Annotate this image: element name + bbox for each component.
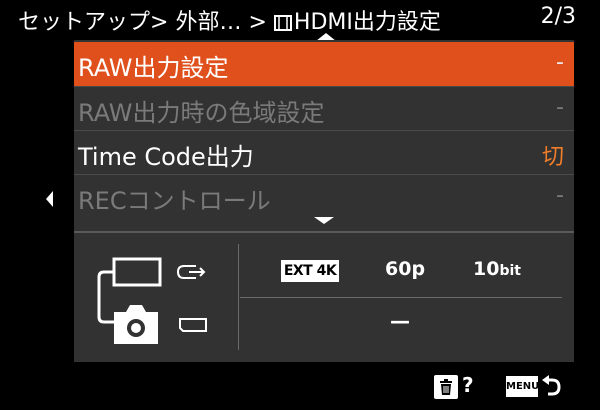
bit-depth-number: 10 <box>473 258 500 280</box>
divider <box>238 244 239 350</box>
external-monitor-icon <box>112 257 162 287</box>
memory-card-icon <box>179 318 207 332</box>
menu-item-label: RAW出力設定 <box>78 54 229 82</box>
breadcrumb-separator: > <box>150 10 169 35</box>
delete-icon[interactable] <box>434 375 458 399</box>
hdmi-format-badge: EXT 4K <box>281 260 339 282</box>
menu-item-value: 切 <box>541 145 564 170</box>
back-arrow-icon[interactable] <box>540 374 562 402</box>
breadcrumb-separator: > <box>248 10 267 35</box>
breadcrumb-external[interactable]: 外部… <box>175 10 241 35</box>
breadcrumb: セットアップ> 外部… > HDMI出力設定 <box>18 4 441 38</box>
menu-key-icon[interactable]: MENU <box>506 376 539 397</box>
breadcrumb-setup[interactable]: セットアップ <box>18 10 150 35</box>
hdmi-output-icon <box>176 265 206 279</box>
menu-item-value: - <box>556 183 564 208</box>
menu-item-label: RAW出力時の色域設定 <box>78 99 325 127</box>
menu-item-timecode-output[interactable]: Time Code出力 切 <box>74 131 574 175</box>
movie-film-icon <box>273 13 292 38</box>
output-diagram <box>92 252 227 351</box>
page-indicator: 2/3 <box>540 4 576 29</box>
menu-item-label: RECコントロール <box>78 187 271 215</box>
bit-depth-value: 10bit <box>473 258 521 280</box>
header-bar: セットアップ> 外部… > HDMI出力設定 2/3 <box>0 0 600 35</box>
frame-rate-value: 60p <box>385 258 426 280</box>
camera-icon <box>114 305 158 344</box>
bit-depth-unit: bit <box>499 263 521 279</box>
divider <box>240 297 562 298</box>
divider <box>74 231 574 233</box>
breadcrumb-current: HDMI出力設定 <box>293 10 441 35</box>
card-output-value: — <box>390 309 410 333</box>
menu-item-rec-control[interactable]: RECコントロール - <box>74 175 574 219</box>
menu-item-raw-output[interactable]: RAW出力設定 - <box>74 42 574 86</box>
menu-item-raw-gamut[interactable]: RAW出力時の色域設定 - <box>74 87 574 131</box>
help-label: ? <box>462 373 474 397</box>
menu-item-value: - <box>556 95 564 120</box>
menu-item-value: - <box>556 50 564 75</box>
menu-item-label: Time Code出力 <box>78 143 254 171</box>
page-left-icon[interactable] <box>46 191 53 207</box>
connection-line-icon <box>97 270 114 324</box>
scroll-down-icon[interactable] <box>314 217 334 224</box>
